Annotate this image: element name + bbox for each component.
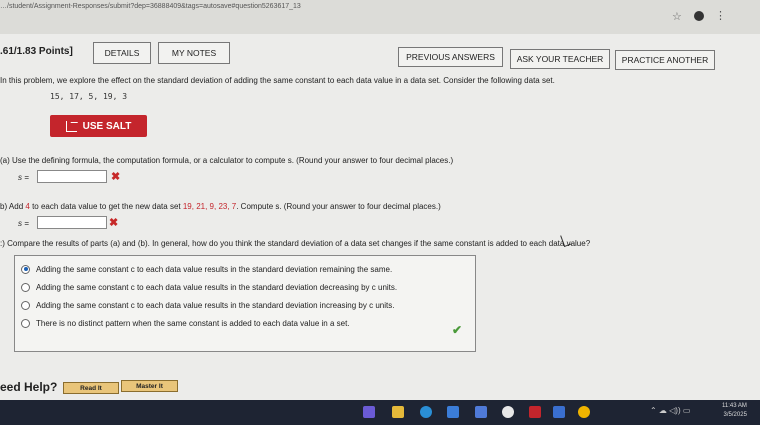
part-a-prefix: (a) <box>0 156 10 165</box>
part-b-constant: 4 <box>25 202 30 211</box>
my-notes-button[interactable]: MY NOTES <box>158 42 230 64</box>
correct-check-icon: ✔ <box>452 323 463 337</box>
points-score: .61/1.83 Points] <box>0 46 73 57</box>
part-b-new-set: 19, 21, 9, 23, 7 <box>182 202 237 211</box>
ask-teacher-button[interactable]: ASK YOUR TEACHER <box>510 49 610 69</box>
radio-button[interactable] <box>21 282 30 292</box>
part-b-answer-input[interactable] <box>37 216 107 229</box>
url-text[interactable]: …/student/Assignment-Responses/submit?de… <box>0 3 301 10</box>
part-b-incorrect-icon: ✖ <box>109 217 119 229</box>
edge-browser-icon[interactable] <box>420 406 432 418</box>
previous-answers-button[interactable]: PREVIOUS ANSWERS <box>398 47 503 67</box>
part-b-text-1: Add <box>8 202 24 211</box>
app-icon[interactable] <box>475 406 487 418</box>
part-a-question: (a) Use the defining formula, the comput… <box>0 156 453 165</box>
app-icon[interactable] <box>578 406 590 418</box>
salt-chart-icon <box>65 120 77 132</box>
radio-button[interactable] <box>21 300 30 310</box>
choice-label: Adding the same constant c to each data … <box>36 300 395 310</box>
clock-time: 11:43 AM <box>722 403 747 409</box>
part-b-question: b) Add 4 to each data value to get the n… <box>0 202 441 211</box>
use-salt-label: USE SALT <box>82 120 132 132</box>
part-c-text: Compare the results of parts (a) and (b)… <box>7 239 591 248</box>
system-tray-icons[interactable]: ⌃ ☁ ◁)) ▭ <box>650 406 690 415</box>
part-c-choices: Adding the same constant c to each data … <box>14 255 476 352</box>
read-it-button[interactable]: Read It <box>63 382 119 394</box>
radio-button[interactable] <box>21 318 30 328</box>
app-icon[interactable] <box>363 406 375 418</box>
choice-label: Adding the same constant c to each data … <box>36 264 393 274</box>
app-icon[interactable] <box>529 406 541 418</box>
part-a-incorrect-icon: ✖ <box>111 171 121 183</box>
part-c-prefix: :) <box>0 239 5 248</box>
star-icon[interactable]: ☆ <box>672 10 682 23</box>
need-help-label: eed Help? <box>0 380 58 394</box>
part-a-s-label: s = <box>18 173 29 182</box>
chrome-browser-icon[interactable] <box>502 406 514 418</box>
os-taskbar <box>0 400 760 425</box>
taskbar-clock[interactable]: 11:43 AM 3/5/2025 <box>722 402 747 420</box>
part-b-prefix: b) <box>0 202 8 211</box>
radio-button-selected[interactable] <box>21 264 30 274</box>
details-button[interactable]: DETAILS <box>93 42 151 64</box>
practice-another-button[interactable]: PRACTICE ANOTHER <box>615 50 715 70</box>
choice-option[interactable]: There is no distinct pattern when the sa… <box>21 316 350 330</box>
file-explorer-icon[interactable] <box>392 406 404 418</box>
part-b-s-label: s = <box>18 219 29 228</box>
assignment-page: .61/1.83 Points] DETAILS MY NOTES PREVIO… <box>0 34 760 400</box>
master-it-button[interactable]: Master It <box>121 380 178 392</box>
kebab-menu-icon[interactable]: ⋮ <box>715 9 726 22</box>
part-b-text-3: . Compute s. (Round your answer to four … <box>236 202 441 211</box>
profile-avatar[interactable] <box>694 11 704 21</box>
choice-option[interactable]: Adding the same constant c to each data … <box>21 262 392 276</box>
store-icon[interactable] <box>447 406 459 418</box>
clock-date: 3/5/2025 <box>723 412 747 418</box>
data-set: 15, 17, 5, 19, 3 <box>50 92 128 101</box>
choice-label: There is no distinct pattern when the sa… <box>36 318 350 328</box>
problem-intro: In this problem, we explore the effect o… <box>0 76 555 85</box>
app-icon[interactable] <box>553 406 565 418</box>
use-salt-button[interactable]: USE SALT <box>50 115 147 137</box>
browser-url-bar[interactable]: …/student/Assignment-Responses/submit?de… <box>0 0 760 34</box>
choice-option[interactable]: Adding the same constant c to each data … <box>21 280 397 294</box>
choice-label: Adding the same constant c to each data … <box>36 282 398 292</box>
part-a-text: Use the defining formula, the computatio… <box>12 156 454 165</box>
part-a-answer-input[interactable] <box>37 170 107 183</box>
part-b-text-2: to each data value to get the new data s… <box>32 202 181 211</box>
choice-option[interactable]: Adding the same constant c to each data … <box>21 298 394 312</box>
part-c-question: :) Compare the results of parts (a) and … <box>0 239 590 248</box>
